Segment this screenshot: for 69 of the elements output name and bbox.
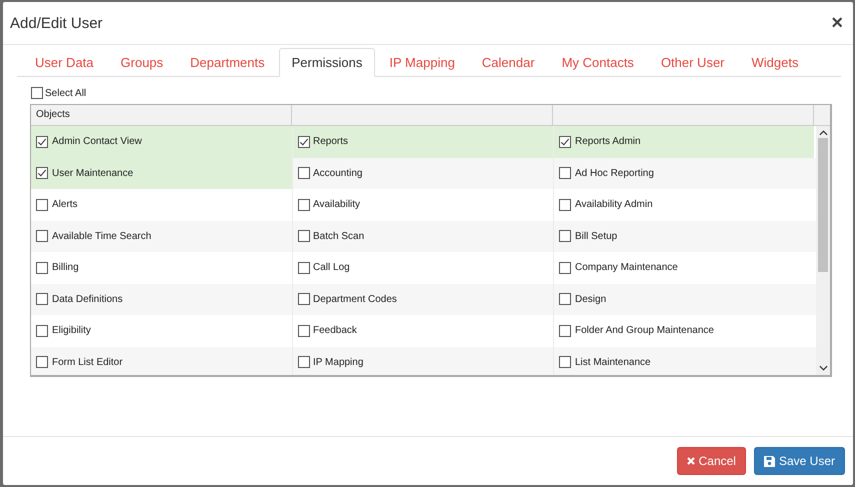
checkbox[interactable] — [559, 262, 571, 274]
checkbox[interactable] — [31, 87, 43, 99]
permission-label: Admin Contact View — [52, 136, 142, 148]
permission-label: Alerts — [52, 199, 78, 210]
permission-label: Data Definitions — [52, 294, 123, 305]
checkbox[interactable] — [559, 293, 571, 306]
checkbox[interactable] — [36, 324, 48, 337]
checkbox[interactable] — [559, 356, 571, 368]
tab[interactable]: My Contacts — [548, 48, 647, 76]
checkbox[interactable] — [298, 262, 310, 274]
checkbox[interactable] — [559, 324, 571, 337]
permission-label: Batch Scan — [313, 230, 364, 242]
checkbox[interactable] — [36, 356, 48, 368]
checkbox[interactable] — [36, 136, 48, 148]
permission-label: Form List Editor — [52, 356, 123, 368]
permission-label: Design — [575, 294, 606, 305]
permission-label: IP Mapping — [313, 356, 364, 368]
tab[interactable]: Permissions — [278, 48, 376, 77]
close-button[interactable]: × — [831, 12, 843, 34]
checkbox[interactable] — [298, 136, 310, 148]
scroll-down-icon[interactable] — [818, 365, 828, 371]
save-button[interactable]: Save User — [754, 447, 845, 475]
checkbox[interactable] — [36, 262, 48, 274]
checkbox[interactable] — [559, 136, 571, 148]
checkbox[interactable] — [559, 230, 571, 242]
checkbox[interactable] — [36, 293, 48, 306]
permission-label: Company Maintenance — [575, 262, 678, 274]
permission-label: Reports — [313, 136, 348, 148]
checkbox[interactable] — [298, 356, 310, 368]
close-icon — [686, 457, 695, 465]
permission-label: List Maintenance — [575, 356, 651, 368]
permission-label: Feedback — [313, 325, 357, 336]
permission-label: Department Codes — [313, 294, 397, 305]
permission-label: Folder And Group Maintenance — [575, 325, 714, 336]
tab[interactable]: Other User — [648, 48, 738, 76]
permission-label: Reports Admin — [575, 136, 641, 148]
permission-label: Accounting — [313, 168, 362, 179]
checkbox[interactable] — [559, 198, 571, 211]
permission-label: Ad Hoc Reporting — [575, 168, 654, 179]
permission-label: Eligibility — [52, 325, 91, 336]
tab[interactable]: IP Mapping — [376, 48, 468, 76]
checkbox[interactable] — [298, 324, 310, 337]
tab[interactable]: Departments — [177, 48, 278, 76]
permission-label: Availability Admin — [575, 199, 653, 210]
tab[interactable]: Groups — [108, 48, 176, 76]
scrollbar[interactable] — [816, 126, 830, 375]
checkbox-label: Select All — [45, 88, 86, 98]
checkbox[interactable] — [559, 167, 571, 180]
checkbox[interactable] — [36, 167, 48, 180]
permission-label: User Maintenance — [52, 168, 134, 179]
checkbox[interactable] — [298, 230, 310, 242]
permission-label: Bill Setup — [575, 230, 618, 242]
checkbox[interactable] — [36, 198, 48, 211]
checkbox[interactable] — [298, 293, 310, 306]
save-icon — [764, 456, 775, 466]
column-header: Objects — [31, 105, 292, 125]
checkbox[interactable] — [36, 230, 48, 242]
checkbox[interactable] — [298, 167, 310, 180]
tab[interactable]: User Data — [22, 48, 107, 76]
tab[interactable]: Widgets — [738, 48, 812, 76]
permission-label: Billing — [52, 262, 79, 274]
permission-label: Availability — [313, 199, 360, 210]
permission-label: Available Time Search — [52, 230, 152, 242]
dialog-title: Add/Edit User — [10, 14, 103, 32]
tab[interactable]: Calendar — [468, 48, 548, 76]
cancel-button[interactable]: Cancel — [676, 447, 746, 475]
scroll-up-icon[interactable] — [818, 130, 828, 136]
checkbox[interactable] — [298, 198, 310, 211]
permission-label: Call Log — [313, 262, 350, 274]
